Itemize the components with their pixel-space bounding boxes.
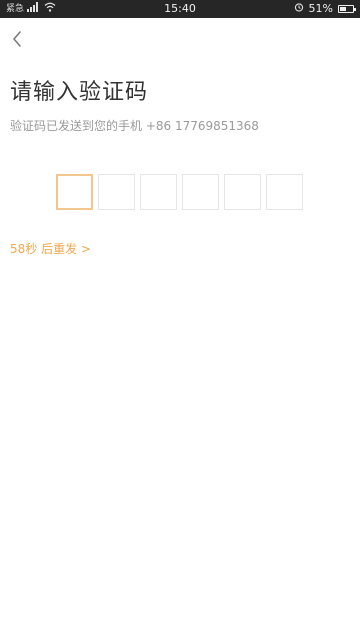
code-digit-box[interactable] [140, 174, 177, 210]
code-digit-box[interactable] [266, 174, 303, 210]
page-subtitle: 验证码已发送到您的手机 +86 17769851368 [10, 119, 259, 133]
status-bar: 紧急 15:40 51% [0, 0, 360, 18]
status-right: 51% [294, 0, 356, 18]
code-digit-box[interactable] [182, 174, 219, 210]
back-button[interactable] [4, 28, 30, 54]
chevron-left-icon [11, 30, 23, 52]
battery-icon [338, 5, 356, 13]
code-digit-box[interactable] [56, 174, 93, 210]
code-digit-box[interactable] [224, 174, 261, 210]
code-digit-box[interactable] [98, 174, 135, 210]
alarm-icon [294, 0, 304, 18]
battery-percent: 51% [308, 2, 333, 15]
verification-code-input[interactable] [56, 174, 303, 210]
battery-level [340, 7, 347, 11]
page-title: 请输入验证码 [10, 80, 149, 105]
resend-countdown-button[interactable]: 58秒 后重发 > [10, 240, 91, 257]
